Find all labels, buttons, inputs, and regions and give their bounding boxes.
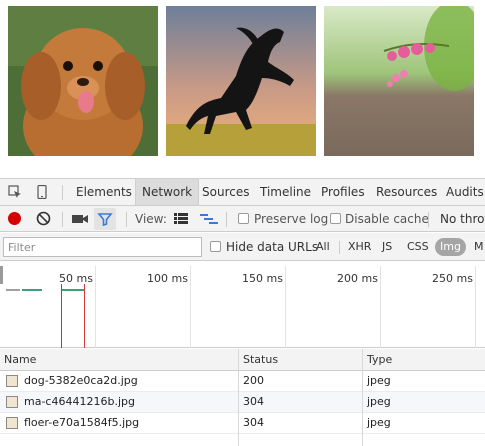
filter-type-img[interactable]: Img (435, 238, 466, 256)
timeline-gridline (475, 266, 476, 348)
tick-label-100ms: 100 ms (147, 272, 188, 285)
timeline-gridline (285, 266, 286, 348)
record-icon[interactable] (8, 212, 21, 225)
filter-icon (97, 213, 113, 227)
tab-sources[interactable]: Sources (196, 179, 255, 205)
image-file-icon (6, 375, 18, 387)
filter-type-css[interactable]: CSS (402, 238, 434, 256)
tab-timeline[interactable]: Timeline (254, 179, 317, 205)
toolbar-divider (126, 212, 127, 227)
request-type: jpeg (367, 395, 391, 408)
tabbar-divider (62, 185, 63, 200)
timeline-gridline (190, 266, 191, 348)
clear-icon[interactable] (36, 211, 51, 226)
camera-icon[interactable] (72, 213, 88, 225)
table-row[interactable]: floer-e70a1584f5.jpg 304 jpeg (0, 413, 485, 434)
request-status: 304 (243, 395, 264, 408)
network-toolbar: View: Preserve log Disable cache No thro… (0, 206, 485, 232)
hide-data-urls-checkbox[interactable] (210, 241, 221, 252)
filter-type-all[interactable]: All (311, 238, 335, 256)
overview-icon[interactable] (200, 213, 218, 224)
preserve-log-label: Preserve log (254, 212, 329, 226)
tab-resources[interactable]: Resources (370, 179, 443, 205)
device-mode-icon[interactable] (35, 184, 49, 200)
disable-cache-label: Disable cache (345, 212, 429, 226)
filter-input[interactable] (3, 237, 202, 257)
request-type: jpeg (367, 416, 391, 429)
column-header-name[interactable]: Name (4, 349, 36, 371)
hide-data-urls-label: Hide data URLs (226, 240, 319, 254)
request-status: 200 (243, 374, 264, 387)
tab-audits[interactable]: Audits (440, 179, 485, 205)
network-requests-table: Name Status Type dog-5382e0ca2d.jpg 200 … (0, 349, 485, 446)
devtools-tabbar: Elements Network Sources Timeline Profil… (0, 179, 485, 206)
request-type: jpeg (367, 374, 391, 387)
dog-image (8, 6, 158, 156)
network-timeline-overview[interactable]: 50 ms 100 ms 150 ms 200 ms 250 ms (0, 266, 485, 348)
list-view-icon[interactable] (174, 213, 188, 224)
request-name[interactable]: ma-c46441216b.jpg (24, 392, 135, 412)
flower-image (324, 6, 474, 156)
devtools-panel: Elements Network Sources Timeline Profil… (0, 178, 485, 446)
table-body: dog-5382e0ca2d.jpg 200 jpeg ma-c46441216… (0, 371, 485, 446)
request-name[interactable]: floer-e70a1584f5.jpg (24, 413, 139, 433)
table-row[interactable]: dog-5382e0ca2d.jpg 200 jpeg (0, 371, 485, 392)
tick-label-250ms: 250 ms (432, 272, 473, 285)
table-row[interactable]: ma-c46441216b.jpg 304 jpeg (0, 392, 485, 413)
tab-network[interactable]: Network (135, 179, 200, 205)
toolbar-divider (62, 212, 63, 227)
timeline-left-handle[interactable] (0, 266, 3, 284)
toolbar-divider (226, 212, 227, 227)
timeline-gridline (95, 266, 96, 348)
disable-cache-checkbox[interactable] (330, 213, 341, 224)
column-divider[interactable] (238, 349, 239, 446)
view-label: View: (135, 212, 167, 226)
throttling-select[interactable]: No thrott (440, 206, 485, 232)
tick-label-200ms: 200 ms (337, 272, 378, 285)
filter-divider (339, 241, 340, 254)
dom-content-loaded-line (61, 284, 62, 348)
request-status: 304 (243, 416, 264, 429)
filter-type-media[interactable]: M (469, 238, 485, 256)
timeline-gridline (380, 266, 381, 348)
tab-profiles[interactable]: Profiles (315, 179, 371, 205)
filter-type-xhr[interactable]: XHR (343, 238, 376, 256)
preserve-log-checkbox[interactable] (238, 213, 249, 224)
request-bar (62, 289, 84, 291)
filter-bar: Hide data URLs All XHR JS CSS Img M (0, 233, 485, 261)
request-bar (6, 289, 20, 291)
request-bar (22, 289, 42, 291)
request-name[interactable]: dog-5382e0ca2d.jpg (24, 371, 138, 391)
image-file-icon (6, 417, 18, 429)
inspect-element-icon[interactable] (8, 185, 22, 199)
load-event-line (84, 284, 85, 348)
column-header-type[interactable]: Type (367, 349, 392, 371)
horse-image (166, 6, 316, 156)
tab-elements[interactable]: Elements (70, 179, 138, 205)
filter-type-js[interactable]: JS (377, 238, 397, 256)
column-divider[interactable] (362, 349, 363, 446)
column-header-status[interactable]: Status (243, 349, 278, 371)
tick-label-150ms: 150 ms (242, 272, 283, 285)
toolbar-divider (428, 212, 429, 227)
table-header: Name Status Type (0, 349, 485, 371)
image-file-icon (6, 396, 18, 408)
filter-toggle[interactable] (94, 208, 116, 230)
